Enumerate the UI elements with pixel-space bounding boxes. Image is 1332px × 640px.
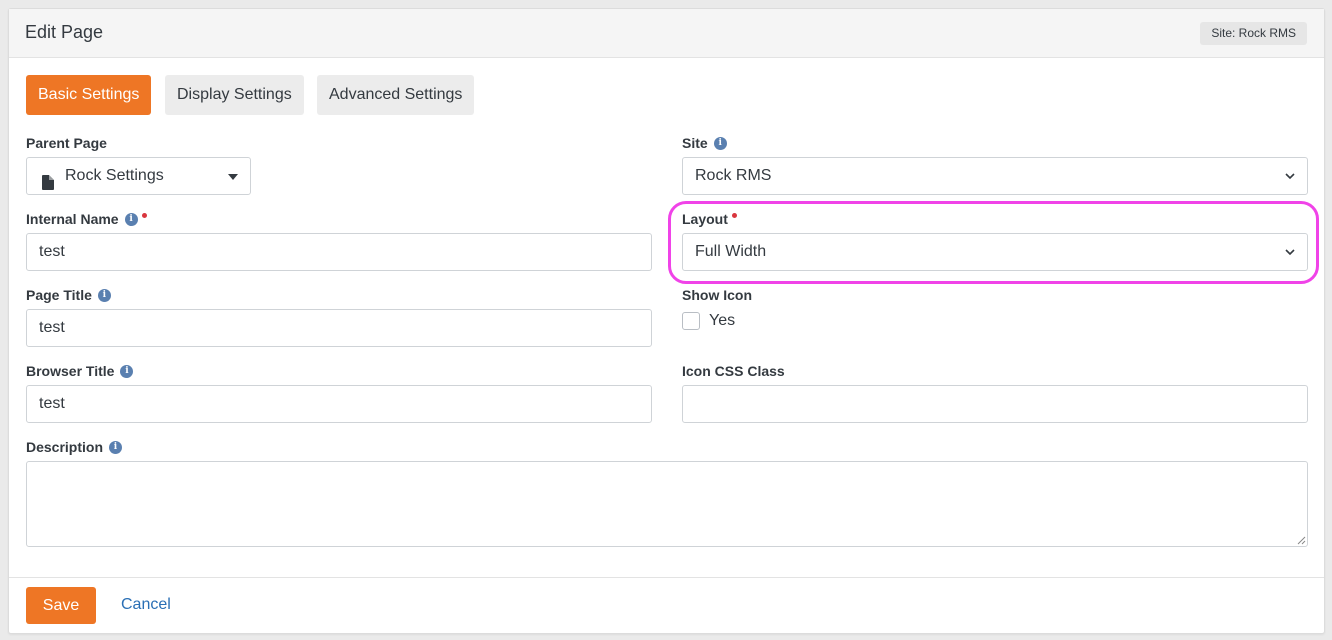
- page-title-value: test: [39, 319, 65, 336]
- icon-css-class-label: Icon CSS Class: [682, 363, 785, 379]
- edit-page-panel: Edit Page Site: Rock RMS Basic Settings …: [8, 8, 1325, 634]
- footer-divider: [9, 577, 1324, 578]
- show-icon-label: Show Icon: [682, 287, 752, 303]
- chevron-down-icon: [1285, 173, 1295, 180]
- info-icon[interactable]: i: [120, 364, 134, 378]
- page-title-input[interactable]: test: [26, 309, 652, 347]
- browser-title-input[interactable]: test: [26, 385, 652, 423]
- layout-value: Full Width: [695, 243, 767, 260]
- site-select[interactable]: Rock RMS: [682, 157, 1308, 195]
- icon-css-class-label-text: Icon CSS Class: [682, 363, 785, 379]
- site-value: Rock RMS: [695, 167, 772, 184]
- internal-name-label-text: Internal Name: [26, 211, 119, 227]
- layout-select[interactable]: Full Width: [682, 233, 1308, 271]
- info-icon[interactable]: i: [109, 440, 123, 454]
- info-icon[interactable]: i: [713, 136, 727, 150]
- info-icon[interactable]: i: [124, 212, 138, 226]
- parent-page-picker[interactable]: Rock Settings: [26, 157, 251, 195]
- site-label: Site i: [682, 135, 727, 151]
- site-label-text: Site: [682, 135, 708, 151]
- tab-basic-settings[interactable]: Basic Settings: [26, 75, 152, 115]
- description-label: Description i: [26, 439, 123, 455]
- caret-down-icon: [228, 174, 238, 180]
- layout-label-text: Layout: [682, 211, 728, 227]
- layout-label: Layout: [682, 211, 737, 227]
- panel-header: Edit Page Site: Rock RMS: [9, 9, 1324, 58]
- info-icon[interactable]: i: [97, 288, 111, 302]
- show-icon-label-text: Show Icon: [682, 287, 752, 303]
- parent-page-value: Rock Settings: [65, 167, 164, 184]
- browser-title-label: Browser Title i: [26, 363, 134, 379]
- save-button[interactable]: Save: [26, 587, 96, 624]
- show-icon-option-label[interactable]: Yes: [709, 312, 735, 330]
- chevron-down-icon: [1285, 249, 1295, 256]
- internal-name-value: test: [39, 243, 65, 260]
- parent-page-label: Parent Page: [26, 135, 107, 151]
- show-icon-checkbox[interactable]: [682, 312, 700, 330]
- internal-name-input[interactable]: test: [26, 233, 652, 271]
- tab-advanced-settings[interactable]: Advanced Settings: [317, 75, 475, 115]
- required-indicator: [141, 212, 147, 218]
- cancel-link[interactable]: Cancel: [121, 596, 171, 614]
- browser-title-label-text: Browser Title: [26, 363, 115, 379]
- resize-handle-icon[interactable]: [1296, 535, 1306, 545]
- parent-page-label-text: Parent Page: [26, 135, 107, 151]
- browser-title-value: test: [39, 395, 65, 412]
- internal-name-label: Internal Name i: [26, 211, 147, 227]
- tab-display-settings[interactable]: Display Settings: [165, 75, 304, 115]
- page-title-label: Page Title i: [26, 287, 111, 303]
- required-indicator: [731, 212, 737, 218]
- description-textarea[interactable]: [26, 461, 1308, 547]
- icon-css-class-input[interactable]: [682, 385, 1308, 423]
- description-label-text: Description: [26, 439, 104, 455]
- page-title: Edit Page: [25, 22, 104, 42]
- site-badge: Site: Rock RMS: [1200, 22, 1307, 45]
- file-icon: [42, 168, 54, 204]
- page-title-label-text: Page Title: [26, 287, 92, 303]
